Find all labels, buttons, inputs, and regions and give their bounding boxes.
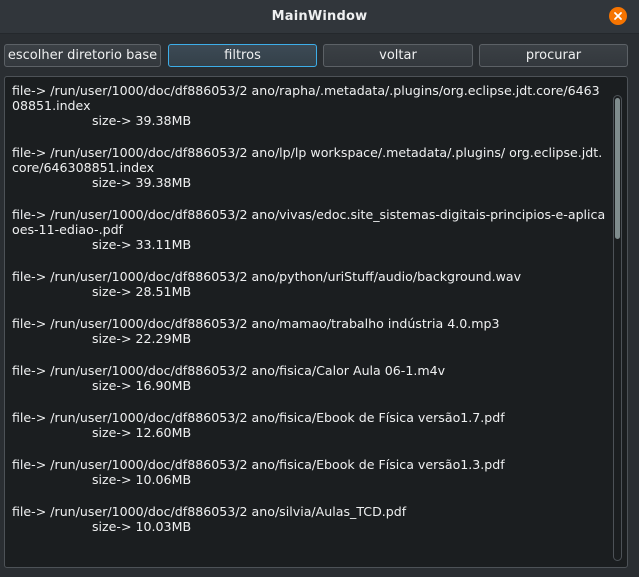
list-item[interactable]: file-> /run/user/1000/doc/df886053/2 ano… <box>12 207 607 252</box>
list-item[interactable]: file-> /run/user/1000/doc/df886053/2 ano… <box>12 145 607 190</box>
file-size: size-> 10.06MB <box>92 472 192 487</box>
file-path: file-> /run/user/1000/doc/df886053/2 ano… <box>12 269 522 284</box>
file-path: file-> /run/user/1000/doc/df886053/2 ano… <box>12 504 407 519</box>
list-item[interactable]: file-> /run/user/1000/doc/df886053/2 ano… <box>12 316 607 346</box>
close-icon <box>614 12 622 20</box>
file-path: file-> /run/user/1000/doc/df886053/2 ano… <box>12 457 505 472</box>
file-path: file-> /run/user/1000/doc/df886053/2 ano… <box>12 207 606 237</box>
list-item[interactable]: file-> /run/user/1000/doc/df886053/2 ano… <box>12 269 607 299</box>
list-item[interactable]: file-> /run/user/1000/doc/df886053/2 ano… <box>12 83 607 128</box>
file-path: file-> /run/user/1000/doc/df886053/2 ano… <box>12 410 505 425</box>
close-button[interactable] <box>609 7 627 25</box>
vertical-scrollbar[interactable] <box>613 95 622 561</box>
title-bar: MainWindow <box>0 0 639 34</box>
file-path: file-> /run/user/1000/doc/df886053/2 ano… <box>12 316 500 331</box>
filters-button[interactable]: filtros <box>168 44 317 67</box>
file-size: size-> 39.38MB <box>92 175 192 190</box>
file-size: size-> 12.60MB <box>92 425 192 440</box>
list-item[interactable]: file-> /run/user/1000/doc/df886053/2 ano… <box>12 410 607 440</box>
file-size: size-> 16.90MB <box>92 378 192 393</box>
file-path: file-> /run/user/1000/doc/df886053/2 ano… <box>12 145 603 175</box>
choose-base-directory-button[interactable]: escolher diretorio base <box>4 44 161 67</box>
file-path: file-> /run/user/1000/doc/df886053/2 ano… <box>12 363 446 378</box>
file-size: size-> 22.29MB <box>92 331 192 346</box>
file-path: file-> /run/user/1000/doc/df886053/2 ano… <box>12 83 600 113</box>
back-button[interactable]: voltar <box>323 44 473 67</box>
file-size: size-> 39.38MB <box>92 113 192 128</box>
window-title: MainWindow <box>271 9 368 24</box>
list-item[interactable]: file-> /run/user/1000/doc/df886053/2 ano… <box>12 363 607 393</box>
file-size: size-> 33.11MB <box>92 237 192 252</box>
file-size: size-> 10.03MB <box>92 519 192 534</box>
file-size: size-> 28.51MB <box>92 284 192 299</box>
toolbar: escolher diretorio base filtros voltar p… <box>0 44 639 69</box>
list-item[interactable]: file-> /run/user/1000/doc/df886053/2 ano… <box>12 504 607 534</box>
results-list[interactable]: file-> /run/user/1000/doc/df886053/2 ano… <box>4 76 628 568</box>
list-item[interactable]: file-> /run/user/1000/doc/df886053/2 ano… <box>12 457 607 487</box>
search-button[interactable]: procurar <box>479 44 628 67</box>
scrollbar-thumb[interactable] <box>615 98 620 239</box>
main-window: MainWindow escolher diretorio base filtr… <box>0 0 639 577</box>
results-list-content: file-> /run/user/1000/doc/df886053/2 ano… <box>12 83 607 551</box>
